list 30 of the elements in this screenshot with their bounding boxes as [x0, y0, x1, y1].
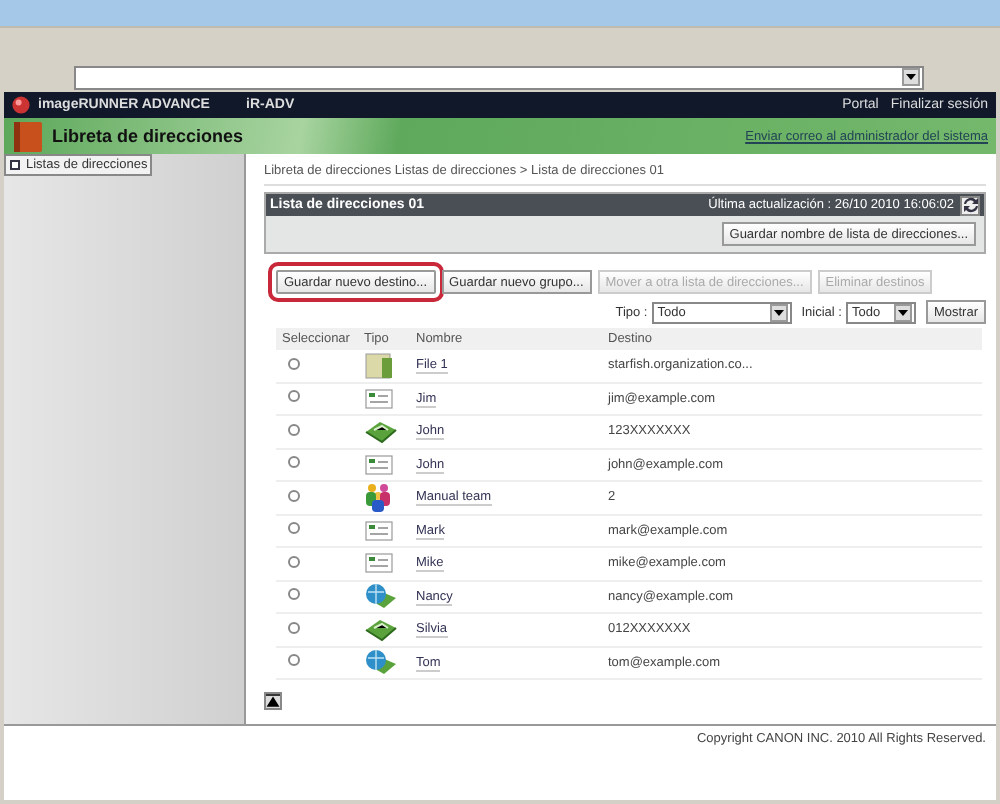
globe-stack-icon [364, 648, 398, 677]
book-stack-icon [364, 616, 398, 643]
radio-button[interactable] [288, 390, 300, 403]
dropdown-icon[interactable] [769, 303, 788, 321]
people-group-icon [364, 482, 392, 513]
sphere-logo-icon [12, 96, 30, 114]
address-card-icon [364, 385, 394, 412]
address-card-icon [364, 550, 394, 577]
scroll-top-icon[interactable] [264, 692, 282, 710]
book-icon [12, 119, 44, 153]
radio-button[interactable] [288, 588, 300, 601]
globe-stack-icon [364, 582, 398, 611]
bullet-icon [10, 160, 20, 170]
address-field[interactable] [74, 65, 924, 89]
dropdown-icon[interactable] [893, 303, 912, 321]
address-card-icon [364, 517, 394, 544]
page-title: Libreta de direcciones [52, 126, 244, 146]
radio-button[interactable] [288, 357, 300, 370]
radio-button[interactable] [288, 654, 300, 667]
folder-icon [364, 350, 394, 381]
radio-button[interactable] [288, 555, 300, 568]
radio-button[interactable] [288, 621, 300, 634]
book-stack-icon [364, 418, 398, 445]
radio-button[interactable] [288, 456, 300, 469]
refresh-icon[interactable] [960, 195, 980, 215]
radio-button[interactable] [288, 522, 300, 535]
address-card-icon [364, 451, 394, 478]
dropdown-icon[interactable] [902, 68, 920, 86]
radio-button[interactable] [288, 489, 300, 502]
radio-button[interactable] [288, 423, 300, 436]
